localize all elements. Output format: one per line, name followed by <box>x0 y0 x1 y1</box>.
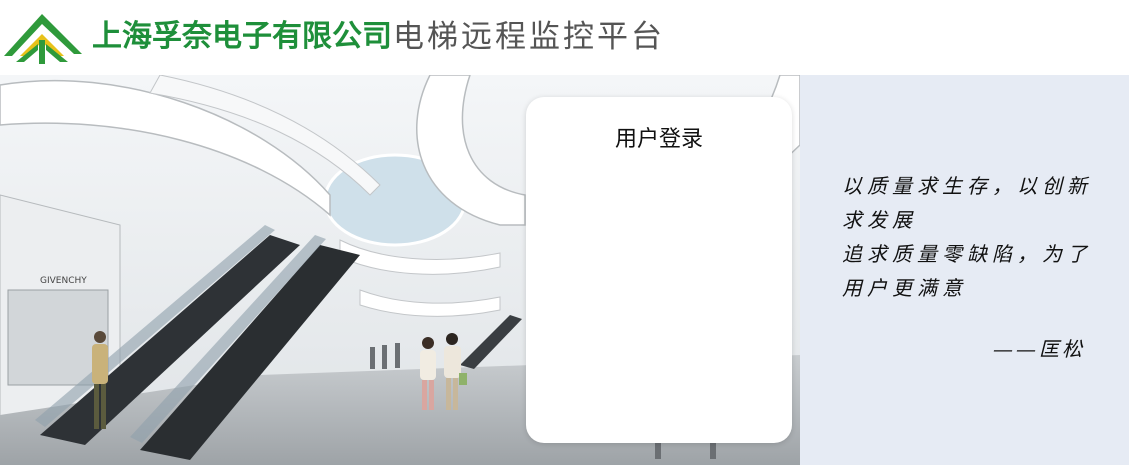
login-panel: 用户登录 <box>526 97 792 443</box>
slogan-line: 求发展 <box>842 208 917 232</box>
header-bar: 上海孚奈电子有限公司 电梯远程监控平台 <box>0 0 1129 75</box>
slogan-line: 以质量求生存，以创新 <box>842 174 1092 198</box>
slogan-line: 用户更满意 <box>842 276 967 300</box>
storefront-sign: GIVENCHY <box>40 276 87 286</box>
logo-right-leaf <box>46 44 68 62</box>
platform-title: 电梯远程监控平台 <box>393 19 665 55</box>
slogan-panel: 以质量求生存，以创新 求发展 追求质量零缺陷，为了 用户更满意 ——匡松 <box>800 75 1129 465</box>
logo-center-stem <box>39 40 45 64</box>
login-title: 用户登录 <box>614 127 703 152</box>
company-name: 上海孚奈电子有限公司 <box>92 19 392 54</box>
slogan-line: 追求质量零缺陷，为了 <box>842 242 1092 266</box>
slogan-text: 以质量求生存，以创新 求发展 追求质量零缺陷，为了 用户更满意 <box>842 169 1102 305</box>
slogan-author: ——匡松 <box>993 337 1085 361</box>
company-logo <box>4 14 82 64</box>
